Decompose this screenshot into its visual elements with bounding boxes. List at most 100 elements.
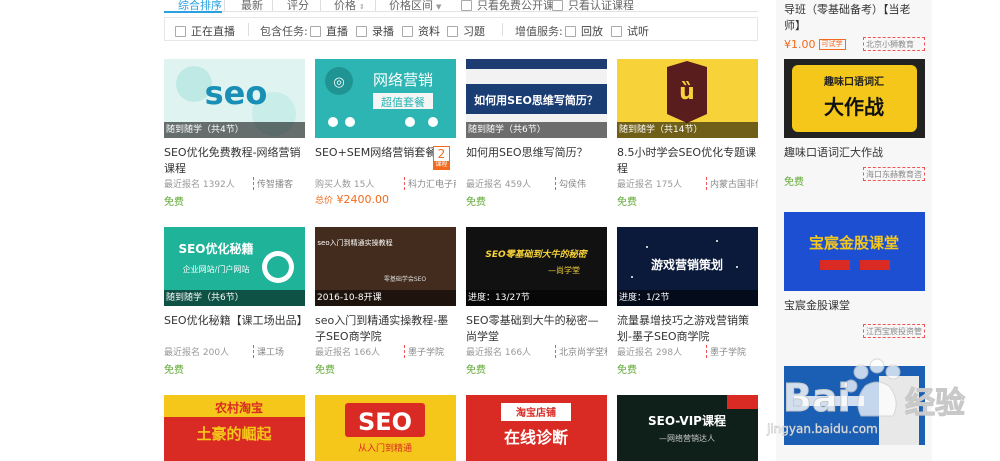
- course-thumbnail[interactable]: ◎ 网络营销 超值套餐: [315, 59, 456, 138]
- course-title[interactable]: SEO优化免费教程-网络营销课程: [164, 145, 305, 177]
- free-public-label: 只看免费公开课: [477, 0, 554, 12]
- sidebar-org-link[interactable]: 北京小狮教育: [863, 37, 925, 51]
- sort-price-range[interactable]: 价格区间 ▼: [389, 0, 441, 13]
- sidebar-course-thumbnail[interactable]: 宝宸金股课堂: [784, 212, 925, 291]
- thumb-text: ȕ: [679, 80, 695, 105]
- course-title[interactable]: SEO优化秘籍【课工场出品】: [164, 313, 305, 329]
- checkbox-icon[interactable]: [310, 26, 321, 37]
- org-link[interactable]: 北京尚学堂科技: [555, 345, 607, 358]
- divider: [272, 0, 273, 11]
- org-link[interactable]: 内蒙古国非信息: [706, 177, 758, 190]
- course-progress-overlay: 随到随学（共4节）: [164, 122, 305, 138]
- seo-vip-thumbnail-art: SEO-VIP课程 —网络营销达人: [617, 395, 758, 461]
- checkbox-icon[interactable]: [175, 26, 186, 37]
- course-thumbnail[interactable]: ȕ 随到随学（共14节）: [617, 59, 758, 138]
- free-public-filter[interactable]: 只看免费公开课: [461, 0, 554, 13]
- sidebar-course-card[interactable]: [784, 366, 925, 448]
- live-label: 正在直播: [191, 25, 235, 38]
- course-meta: 最近报名 200人 课工场: [164, 345, 305, 358]
- sidebar-course-title[interactable]: 宝宸金股课堂: [784, 298, 925, 314]
- course-meta: 最近报名 175人 内蒙古国非信息: [617, 177, 758, 190]
- enroll-count: 最近报名 1392人: [164, 180, 235, 190]
- sidebar-org-link[interactable]: 江西宝宸投资管: [863, 324, 925, 338]
- course-title[interactable]: 如何用SEO思维写简历？: [466, 145, 607, 161]
- svg-text:零基础学会SEO: 零基础学会SEO: [384, 275, 427, 283]
- rural-taobao-thumbnail-art: 农村淘宝 土豪的崛起: [164, 395, 305, 461]
- enroll-count: 最近报名 166人: [466, 348, 532, 358]
- checkbox-icon[interactable]: [552, 0, 563, 11]
- service-trial-filter[interactable]: 试听: [611, 23, 649, 39]
- thumb-text: 农村淘宝: [214, 400, 263, 415]
- task-materials-label: 资料: [418, 25, 440, 38]
- sidebar-course-card[interactable]: 宝宸金股课堂 宝宸金股课堂 江西宝宸投资管: [784, 212, 925, 340]
- service-replay-filter[interactable]: 回放: [565, 23, 603, 39]
- course-thumbnail[interactable]: 农村淘宝 土豪的崛起: [164, 395, 305, 461]
- course-thumbnail[interactable]: SEO优化秘籍 企业网站/门户网站 随到随学（共6节）: [164, 227, 305, 306]
- enroll-count: 最近报名 459人: [466, 180, 532, 190]
- thumb-text: 如何用SEO思维写简历？: [474, 93, 598, 107]
- course-meta: 购买人数 15人 科力汇电子商务: [315, 177, 456, 190]
- org-link[interactable]: 墨子学院: [404, 345, 456, 358]
- svg-text:大作战: 大作战: [824, 95, 884, 119]
- sidebar-course-price: ¥1.00: [784, 38, 816, 51]
- task-recorded-label: 录播: [372, 25, 394, 38]
- divider: [224, 0, 225, 11]
- checkbox-icon[interactable]: [565, 26, 576, 37]
- certified-filter[interactable]: 只看认证课程: [552, 0, 634, 13]
- live-filter[interactable]: 正在直播: [175, 23, 235, 39]
- sort-price[interactable]: 价格 ⇕: [334, 0, 365, 13]
- sidebar-course-price: 免费: [784, 177, 804, 188]
- course-thumbnail[interactable]: SEO零基础到大牛的秘密 —尚学堂 进度：13/27节: [466, 227, 607, 306]
- sort-newest[interactable]: 最新: [241, 0, 263, 13]
- checkbox-icon[interactable]: [356, 26, 367, 37]
- task-recorded-filter[interactable]: 录播: [356, 23, 394, 39]
- course-title[interactable]: seo入门到精通实操教程-墨子SEO商学院: [315, 313, 456, 345]
- course-title[interactable]: 8.5小时学会SEO优化专题课程: [617, 145, 758, 177]
- course-meta: 最近报名 298人 墨子学院: [617, 345, 758, 358]
- course-title[interactable]: 流量暴增技巧之游戏营销策划-墨子SEO商学院: [617, 313, 758, 345]
- svg-text:超值套餐: 超值套餐: [381, 95, 425, 109]
- org-link[interactable]: 科力汇电子商务: [404, 177, 456, 190]
- thumb-text: 趣味口语词汇: [823, 75, 884, 88]
- sidebar-course-thumbnail[interactable]: 趣味口语词汇 大作战: [784, 59, 925, 138]
- course-thumbnail[interactable]: 淘宝店铺 在线诊断: [466, 395, 607, 461]
- checkbox-icon[interactable]: [461, 0, 472, 11]
- course-thumbnail[interactable]: seo 随到随学（共4节）: [164, 59, 305, 138]
- sidebar-course-card[interactable]: 导班（零基础备考）【当老师】 ¥1.00 可试学 北京小狮教育: [784, 0, 925, 53]
- course-thumbnail[interactable]: 游戏营销策划 进度：1/2节: [617, 227, 758, 306]
- sort-arrows-icon: ⇕: [359, 3, 365, 11]
- checkbox-icon[interactable]: [447, 26, 458, 37]
- course-progress-overlay: 2016-10-8开课: [315, 290, 456, 306]
- course-price: 总价 ¥2400.00: [315, 193, 389, 206]
- thumb-text: 宝宸金股课堂: [809, 234, 899, 252]
- course-thumbnail[interactable]: SEO 从入门到精通: [315, 395, 456, 461]
- course-thumbnail[interactable]: 如何用SEO思维写简历？ 随到随学（共6节）: [466, 59, 607, 138]
- task-live-filter[interactable]: 直播: [310, 23, 348, 39]
- sidebar-org-link[interactable]: 海口东赫教育咨: [863, 167, 925, 181]
- task-exercises-label: 习题: [463, 25, 485, 38]
- task-exercises-filter[interactable]: 习题: [447, 23, 485, 39]
- org-link[interactable]: 传智播客: [253, 177, 305, 190]
- org-link[interactable]: 勾侯伟: [555, 177, 607, 190]
- course-title[interactable]: SEO零基础到大牛的秘密—尚学堂: [466, 313, 607, 345]
- course-thumbnail[interactable]: SEO-VIP课程 —网络营销达人: [617, 395, 758, 461]
- org-link[interactable]: 课工场: [253, 345, 305, 358]
- enroll-count: 最近报名 200人: [164, 348, 230, 358]
- sidebar-course-title[interactable]: 导班（零基础备考）【当老师】: [784, 2, 925, 34]
- checkbox-icon[interactable]: [402, 26, 413, 37]
- course-thumbnail[interactable]: seo入门到精通实操教程 零基础学会SEO 2016-10-8开课: [315, 227, 456, 306]
- thumb-text: 网络营销: [373, 71, 433, 89]
- org-link[interactable]: 墨子学院: [706, 345, 758, 358]
- sidebar-course-thumbnail[interactable]: [784, 366, 925, 445]
- sidebar-course-card[interactable]: 趣味口语词汇 大作战 趣味口语词汇大作战 免费 海口东赫教育咨: [784, 59, 925, 189]
- sort-rating[interactable]: 评分: [287, 0, 309, 13]
- taobao-diagnosis-thumbnail-art: 淘宝店铺 在线诊断: [466, 395, 607, 461]
- course-price: 免费: [466, 365, 486, 376]
- page-right-gutter: [932, 0, 1000, 461]
- thumb-text: SEO: [358, 408, 412, 436]
- checkbox-icon[interactable]: [611, 26, 622, 37]
- task-materials-filter[interactable]: 资料: [402, 23, 440, 39]
- service-label: 增值服务:: [515, 25, 563, 38]
- recommend-sidebar: 导班（零基础备考）【当老师】 ¥1.00 可试学 北京小狮教育 趣味口语词汇 大作…: [776, 0, 932, 461]
- sidebar-course-title[interactable]: 趣味口语词汇大作战: [784, 145, 925, 161]
